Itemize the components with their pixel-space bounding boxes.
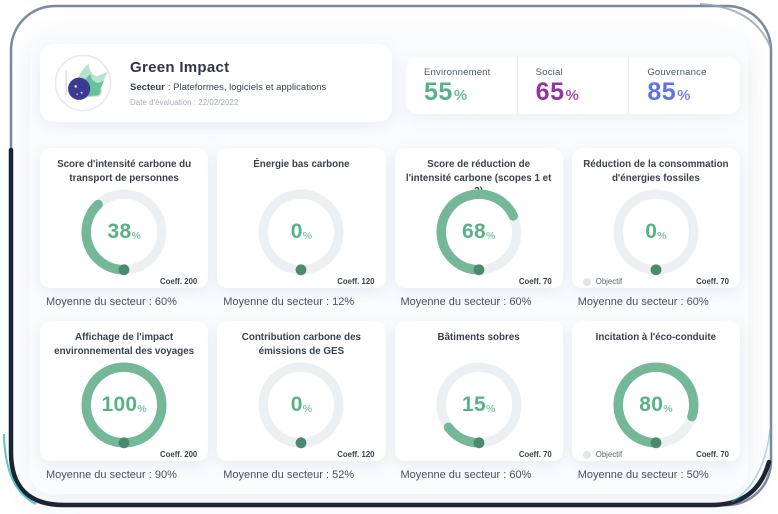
- coefficient-label: Coeff. 70: [519, 277, 552, 286]
- score-gouvernance: Gouvernance 85%: [628, 57, 740, 114]
- brand-card: Green Impact Secteur: Plateformes, logic…: [40, 44, 392, 122]
- score-label: Environnement: [424, 67, 517, 78]
- coefficient-label: Coeff. 120: [337, 277, 374, 286]
- card-footer: Coeff. 70: [406, 277, 552, 286]
- card-footer: Objectif Coeff. 70: [583, 450, 729, 459]
- gauge-chart: 0%: [611, 187, 701, 277]
- dashboard-header: Green Impact Secteur: Plateformes, logic…: [30, 30, 748, 122]
- gauge-chart: 15%: [434, 360, 524, 450]
- gauge-chart: 68%: [434, 187, 524, 277]
- metric-card-intensite-carbone-transport: Score d'intensité carbone du transport d…: [40, 148, 208, 288]
- objectif-legend: Objectif: [583, 450, 622, 459]
- metric-card-reduction-energies-fossiles: Réduction de la consommation d'énergies …: [572, 148, 740, 288]
- page-title: Green Impact: [130, 59, 326, 76]
- gauge-value: 68%: [434, 187, 524, 277]
- metric-card-contribution-ges: Contribution carbone des émissions de GE…: [217, 321, 385, 461]
- sector-label: Secteur: [130, 82, 165, 93]
- metric-title: Réduction de la consommation d'énergies …: [583, 158, 729, 186]
- gauge-value: 80%: [611, 360, 701, 450]
- gauge-value: 0%: [611, 187, 701, 277]
- card-footer: Objectif Coeff. 70: [583, 277, 729, 286]
- metric-card-affichage-impact-voyages: Affichage de l'impact environnemental de…: [40, 321, 208, 461]
- score-environnement: Environnement 55%: [406, 57, 517, 114]
- sector-average-label: Moyenne du secteur : 60%: [401, 469, 563, 482]
- gauge-value: 0%: [256, 360, 346, 450]
- gauge-value: 100%: [79, 360, 169, 450]
- gauge-chart: 0%: [256, 360, 346, 450]
- coefficient-label: Coeff. 200: [160, 277, 197, 286]
- card-footer: Coeff. 120: [228, 277, 374, 286]
- metric-card-reduction-intensite-carbone: Score de réduction de l'intensité carbon…: [395, 148, 563, 288]
- gauge-chart: 80%: [611, 360, 701, 450]
- sector-average-label: Moyenne du secteur : 12%: [223, 296, 385, 309]
- brand-text: Green Impact Secteur: Plateformes, logic…: [130, 59, 326, 107]
- coefficient-label: Coeff. 70: [696, 277, 729, 286]
- metric-title: Bâtiments sobres: [406, 331, 552, 359]
- sector-value: : Plateformes, logiciels et applications: [168, 82, 326, 93]
- card-footer: Coeff. 70: [406, 450, 552, 459]
- metric-cell: Score de réduction de l'intensité carbon…: [395, 148, 563, 321]
- sector-average-label: Moyenne du secteur : 50%: [578, 469, 740, 482]
- green-impact-logo-icon: [54, 54, 112, 112]
- esg-scores-card: Environnement 55% Social 65% Gouvernance…: [406, 57, 740, 114]
- card-footer: Coeff. 120: [228, 450, 374, 459]
- coefficient-label: Coeff. 120: [337, 450, 374, 459]
- sector-average-label: Moyenne du secteur : 90%: [46, 469, 208, 482]
- score-social: Social 65%: [517, 57, 629, 114]
- sector-average-label: Moyenne du secteur : 52%: [223, 469, 385, 482]
- coefficient-label: Coeff. 200: [160, 450, 197, 459]
- sector-average-label: Moyenne du secteur : 60%: [401, 296, 563, 309]
- gauge-chart: 0%: [256, 187, 346, 277]
- evaluation-date: Date d'évaluation : 22/02/2022: [130, 98, 326, 107]
- sector-average-label: Moyenne du secteur : 60%: [46, 296, 208, 309]
- metric-cell: Score d'intensité carbone du transport d…: [40, 148, 208, 321]
- metric-title: Énergie bas carbone: [228, 158, 374, 186]
- metric-cell: Énergie bas carbone 0% Coeff. 120 Moyenn…: [217, 148, 385, 321]
- objectif-dot-icon: [583, 278, 591, 286]
- metric-title: Score de réduction de l'intensité carbon…: [406, 158, 552, 186]
- metric-title: Score d'intensité carbone du transport d…: [51, 158, 197, 186]
- gauge-value: 38%: [79, 187, 169, 277]
- objectif-label: Objectif: [596, 277, 622, 286]
- coefficient-label: Coeff. 70: [519, 450, 552, 459]
- metric-cell: Réduction de la consommation d'énergies …: [572, 148, 740, 321]
- metric-title: Contribution carbone des émissions de GE…: [228, 331, 374, 359]
- metric-cell: Incitation à l'éco-conduite 80% Objectif…: [572, 321, 740, 494]
- metric-title: Incitation à l'éco-conduite: [583, 331, 729, 359]
- objectif-legend: Objectif: [583, 277, 622, 286]
- score-label: Social: [536, 67, 629, 78]
- objectif-dot-icon: [583, 451, 591, 459]
- metric-card-eco-conduite: Incitation à l'éco-conduite 80% Objectif…: [572, 321, 740, 461]
- coefficient-label: Coeff. 70: [696, 450, 729, 459]
- sector-average-label: Moyenne du secteur : 60%: [578, 296, 740, 309]
- dashboard-panel: Green Impact Secteur: Plateformes, logic…: [30, 30, 748, 494]
- metrics-grid: Score d'intensité carbone du transport d…: [30, 122, 748, 494]
- gauge-chart: 38%: [79, 187, 169, 277]
- metric-cell: Contribution carbone des émissions de GE…: [217, 321, 385, 494]
- sector-line: Secteur: Plateformes, logiciels et appli…: [130, 82, 326, 93]
- objectif-label: Objectif: [596, 450, 622, 459]
- card-footer: Coeff. 200: [51, 277, 197, 286]
- gauge-value: 0%: [256, 187, 346, 277]
- gauge-value: 15%: [434, 360, 524, 450]
- score-value: 65%: [536, 80, 629, 105]
- score-value: 55%: [424, 80, 517, 105]
- screenshot-stage: Green Impact Secteur: Plateformes, logic…: [0, 0, 778, 514]
- metric-cell: Affichage de l'impact environnemental de…: [40, 321, 208, 494]
- metric-cell: Bâtiments sobres 15% Coeff. 70 Moyenne d…: [395, 321, 563, 494]
- metric-card-batiments-sobres: Bâtiments sobres 15% Coeff. 70: [395, 321, 563, 461]
- metric-card-energie-bas-carbone: Énergie bas carbone 0% Coeff. 120: [217, 148, 385, 288]
- score-label: Gouvernance: [647, 67, 740, 78]
- card-footer: Coeff. 200: [51, 450, 197, 459]
- metric-title: Affichage de l'impact environnemental de…: [51, 331, 197, 359]
- score-value: 85%: [647, 80, 740, 105]
- gauge-chart: 100%: [79, 360, 169, 450]
